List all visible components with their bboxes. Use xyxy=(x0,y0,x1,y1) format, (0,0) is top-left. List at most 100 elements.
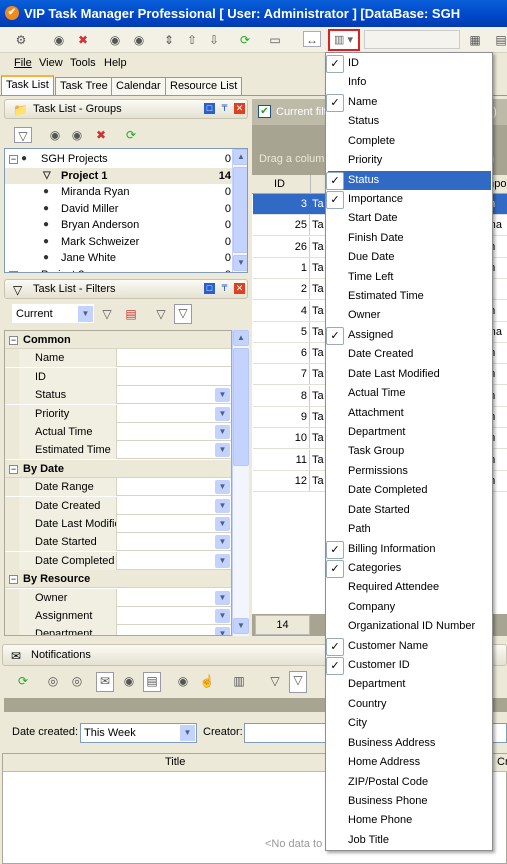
task-icon[interactable]: ◉ xyxy=(106,32,124,48)
chevron-down-icon[interactable]: ▼ xyxy=(180,725,195,741)
filter-category[interactable]: − By Date xyxy=(5,459,231,478)
collapse-icon[interactable]: − xyxy=(9,575,18,585)
filter-row[interactable]: Name xyxy=(5,349,231,368)
menu-item-column[interactable]: Date Last Modified xyxy=(328,365,491,384)
menu-item-column[interactable]: ✓ Customer Name xyxy=(326,637,491,656)
add-group-icon[interactable]: ◉ xyxy=(46,127,64,143)
filter-icon[interactable]: ▽ xyxy=(266,673,284,689)
tree-item[interactable]: +● Project 2 0 xyxy=(5,267,233,272)
collapse-icon[interactable]: − xyxy=(9,155,18,164)
task-icon-2[interactable]: ◉ xyxy=(130,32,148,48)
menu-item-column[interactable]: Organizational ID Number xyxy=(328,617,491,636)
chevron-down-icon[interactable]: ▼ xyxy=(215,425,230,439)
menu-item-column[interactable]: Department xyxy=(328,675,491,694)
menu-item-column[interactable]: Complete xyxy=(328,132,491,151)
menu-item-column[interactable]: Date Created xyxy=(328,345,491,364)
scroll-up-icon[interactable]: ▲ xyxy=(233,149,247,165)
tree-scrollbar[interactable]: ▲ ▼ xyxy=(232,149,247,272)
menu-item-column[interactable]: Home Phone xyxy=(328,811,491,830)
menu-item-column[interactable]: ZIP/Postal Code xyxy=(328,773,491,792)
menu-item-column[interactable]: ✓ Categories xyxy=(326,559,491,578)
menu-item-column[interactable]: ✓ ID xyxy=(326,54,491,73)
menu-item-column[interactable]: Date Started xyxy=(328,501,491,520)
menu-item-column[interactable]: Path xyxy=(328,520,491,539)
column-title[interactable]: Title xyxy=(165,754,185,771)
menu-item-column[interactable]: Task Group xyxy=(328,442,491,461)
calendar-icon[interactable]: ▦ xyxy=(466,32,484,48)
menu-item-column[interactable]: ✓ Customer ID xyxy=(326,656,491,676)
menu-item-column[interactable]: ✓ Assigned xyxy=(326,326,491,345)
collapse-icon[interactable]: − xyxy=(9,336,18,345)
edit-group-icon[interactable]: ◉ xyxy=(68,127,86,143)
refresh-icon[interactable]: ⟳ xyxy=(14,673,32,689)
move-up-icon[interactable]: ⇧ xyxy=(183,32,201,48)
maximize-icon[interactable]: □ xyxy=(204,103,215,114)
scroll-up-icon[interactable]: ▲ xyxy=(233,330,249,346)
filters-scrollbar[interactable]: ▲ ▼ xyxy=(232,330,249,636)
menu-item-column[interactable]: Actual Time xyxy=(328,384,491,403)
menu-item-column[interactable]: ✓ Name xyxy=(326,93,491,112)
tree-item[interactable]: ● Jane White 0 xyxy=(5,250,233,266)
filter-save-icon[interactable]: ▤ xyxy=(122,306,140,322)
chevron-down-icon[interactable]: ▼ xyxy=(215,443,230,458)
menu-item-column[interactable]: Business Address xyxy=(328,734,491,753)
print-icon[interactable]: ▭ xyxy=(266,32,284,48)
column-id[interactable]: ID xyxy=(274,175,285,193)
pin-icon[interactable]: ₸ xyxy=(219,283,230,294)
filter-row[interactable]: Priority ▼ xyxy=(5,404,231,423)
menu-item-column[interactable]: ✓ Importance xyxy=(326,190,491,209)
filter-enabled-checkbox[interactable]: ✔ xyxy=(258,105,271,118)
filter-row[interactable]: Status ▼ xyxy=(5,386,231,405)
delete-group-icon[interactable]: ✖ xyxy=(92,127,110,143)
scroll-thumb[interactable] xyxy=(233,348,249,466)
chevron-down-icon[interactable]: ▼ xyxy=(215,627,230,635)
move-updown-icon[interactable]: ⇕ xyxy=(160,32,178,48)
menu-item-column[interactable]: City xyxy=(328,714,491,733)
chevron-down-icon[interactable]: ▼ xyxy=(215,590,230,605)
menu-item-column[interactable]: Business Phone xyxy=(328,792,491,811)
filter-clear-icon[interactable]: ▽ xyxy=(152,306,170,322)
tree-item[interactable]: ▽ Project 1 14 xyxy=(5,167,233,184)
details-icon[interactable]: ▤ xyxy=(143,672,161,692)
menu-item-column[interactable]: ✓ Billing Information xyxy=(326,540,491,559)
menu-item-column[interactable]: ✓ Status xyxy=(326,170,491,190)
filter-category[interactable]: − Common xyxy=(5,331,231,349)
filter-row[interactable]: Date Created ▼ xyxy=(5,496,231,515)
filter-preset-select[interactable]: Current ▼ xyxy=(12,304,94,323)
scroll-down-icon[interactable]: ▼ xyxy=(233,618,249,634)
chevron-down-icon[interactable]: ▼ xyxy=(215,609,230,623)
filter-row[interactable]: Date Started ▼ xyxy=(5,533,231,552)
pin-icon[interactable]: ₸ xyxy=(219,103,230,114)
tree-item[interactable]: − ● SGH Projects 0 xyxy=(5,151,233,167)
columns-menu-button[interactable]: ▥ ▾ xyxy=(328,29,360,51)
columns-icon[interactable]: ▥ xyxy=(230,673,248,689)
view-icon[interactable]: ◉ xyxy=(174,673,192,689)
scroll-thumb[interactable] xyxy=(233,167,247,253)
inbox-icon[interactable]: ✉ xyxy=(96,672,114,692)
expand-icon[interactable]: + xyxy=(9,270,18,272)
filter-row[interactable]: Owner ▼ xyxy=(5,588,231,607)
chevron-down-icon[interactable]: ▼ xyxy=(215,535,230,550)
filter-row[interactable]: ID xyxy=(5,367,231,386)
filter-row[interactable]: Assignment ▼ xyxy=(5,607,231,625)
chevron-down-icon[interactable]: ▼ xyxy=(215,388,230,403)
menu-item-column[interactable]: Time Left xyxy=(328,268,491,287)
menu-item-column[interactable]: Country xyxy=(328,695,491,714)
chevron-down-icon[interactable]: ▼ xyxy=(78,306,93,322)
scroll-down-icon[interactable]: ▼ xyxy=(233,255,247,271)
filter-row[interactable]: Department ▼ xyxy=(5,625,231,635)
menu-item-column[interactable]: Status xyxy=(328,112,491,131)
chevron-down-icon[interactable]: ▼ xyxy=(215,498,230,513)
menu-item-column[interactable]: Estimated Time xyxy=(328,287,491,306)
menu-item-column[interactable]: Company xyxy=(328,598,491,617)
menu-item-column[interactable]: Department xyxy=(328,423,491,442)
refresh-icon[interactable]: ⟳ xyxy=(236,32,254,48)
toolbar-icon[interactable]: ▤ xyxy=(492,32,507,48)
menu-item-column[interactable]: Permissions xyxy=(328,462,491,481)
date-created-select[interactable]: This Week ▼ xyxy=(80,723,197,743)
refresh-icon[interactable]: ⟳ xyxy=(122,127,140,143)
chevron-down-icon[interactable]: ▼ xyxy=(215,406,230,421)
filter-row[interactable]: Date Range ▼ xyxy=(5,478,231,497)
mark-unread-icon[interactable]: ◎ xyxy=(68,673,86,689)
menu-tools[interactable]: Tools xyxy=(70,57,96,69)
